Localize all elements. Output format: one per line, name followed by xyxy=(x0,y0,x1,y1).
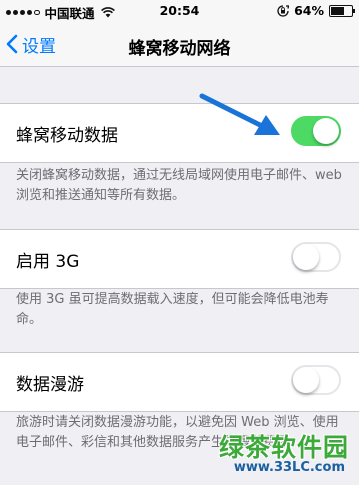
status-bar: 中国联通 20:54 64% xyxy=(0,0,359,22)
data-roaming-label: 数据漫游 xyxy=(16,375,84,395)
enable-3g-label: 启用 3G xyxy=(16,252,80,272)
navigation-bar: 设置 蜂窝移动网络 xyxy=(0,22,359,67)
watermark-url: www.33LC.com xyxy=(233,460,345,475)
annotation-arrow-icon xyxy=(199,93,280,135)
enable-3g-row: 启用 3G xyxy=(0,229,359,289)
toggle-knob xyxy=(313,118,339,144)
cellular-data-row: 蜂窝移动数据 xyxy=(0,103,359,163)
battery-percent: 64% xyxy=(294,3,324,18)
toggle-knob xyxy=(293,367,319,393)
battery-icon xyxy=(329,4,355,17)
enable-3g-footer: 使用 3G 虽可提高数据载入速度，但可能会降低电池寿命。 xyxy=(16,292,329,327)
data-roaming-row: 数据漫游 xyxy=(0,352,359,412)
watermark-logo: 绿茶软件园 www.33LC.com xyxy=(195,428,355,480)
watermark-title: 绿茶软件园 xyxy=(218,433,349,462)
page-title: 蜂窝移动网络 xyxy=(128,39,231,59)
status-right: 64% xyxy=(277,3,355,18)
cellular-data-footer: 关闭蜂窝移动数据，通过无线局域网使用电子邮件、web 浏览和推送通知等所有数据。 xyxy=(16,168,342,203)
battery-fill xyxy=(331,6,344,15)
cellular-data-label: 蜂窝移动数据 xyxy=(16,126,118,146)
lock-rotation-icon xyxy=(277,4,290,17)
enable-3g-toggle[interactable] xyxy=(291,242,341,272)
cellular-data-toggle[interactable] xyxy=(291,116,341,146)
toggle-knob xyxy=(293,244,319,270)
data-roaming-toggle[interactable] xyxy=(291,365,341,395)
